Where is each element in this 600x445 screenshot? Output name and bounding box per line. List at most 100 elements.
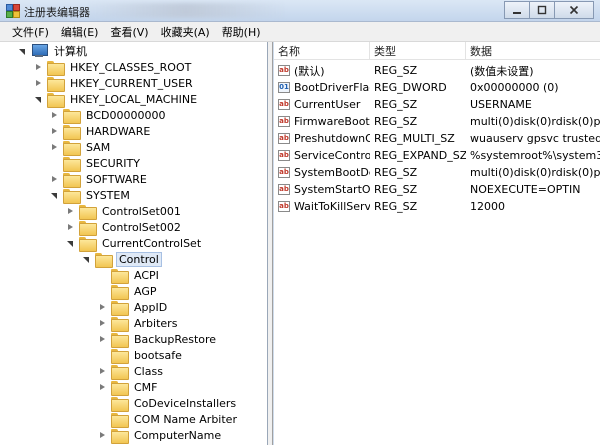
expand-arrow-icon[interactable] [98,319,107,328]
registry-editor-icon [6,4,20,18]
pane-splitter[interactable] [268,42,273,445]
collapse-arrow-icon[interactable] [50,191,59,200]
expand-arrow-icon[interactable] [66,207,75,216]
folder-icon [111,364,129,380]
folder-icon [63,156,81,172]
tree-item[interactable]: ACPI [98,267,161,284]
tree-item[interactable]: ControlSet001 [66,203,183,220]
value-data: (数值未设置) [470,64,534,78]
expand-arrow-icon[interactable] [50,175,59,184]
tree-item[interactable]: CoDeviceInstallers [98,395,238,412]
close-button[interactable] [554,1,594,19]
tree-item[interactable]: ControlSet002 [66,219,183,236]
menu-edit[interactable]: 编辑(E) [55,24,105,40]
tree-item-label: Arbiters [134,316,178,330]
expand-arrow-icon[interactable] [98,383,107,392]
tree-item[interactable]: bootsafe [98,347,184,364]
column-header-data[interactable]: 数据 [466,42,600,60]
string-value-icon: ab [278,201,290,212]
tree-item[interactable]: CMF [98,379,160,396]
tree-item-label: HKEY_CURRENT_USER [70,76,193,90]
tree-item[interactable]: SYSTEM [50,187,132,204]
tree-item[interactable]: AGP [98,283,159,300]
tree-item[interactable]: HKEY_CURRENT_USER [34,75,195,92]
string-value-icon: ab [278,65,290,76]
tree-item-label: Control [116,251,162,267]
string-value-icon: ab [278,150,290,161]
tree-item[interactable]: COM Name Arbiter [98,411,239,428]
tree-item[interactable]: Control [82,251,162,268]
value-type: REG_SZ [374,166,418,179]
folder-icon [63,188,81,204]
folder-icon [63,140,81,156]
value-row[interactable]: ab CurrentUser REG_SZ USERNAME [274,96,600,113]
tree-item[interactable]: BCD00000000 [50,107,168,124]
value-row[interactable]: ab FirmwareBoot... REG_SZ multi(0)disk(0)rd… [274,113,600,130]
expand-arrow-icon[interactable] [66,223,75,232]
value-type: REG_SZ [374,200,418,213]
value-row[interactable]: ab ServiceControl... REG_EXPAND_SZ %systemr… [274,147,600,164]
tree-item[interactable]: CurrentControlSet [66,235,203,252]
folder-icon [111,300,129,316]
value-row[interactable]: ab SystemBootDe... REG_SZ multi(0)disk(0)rd… [274,164,600,181]
value-type: REG_SZ [374,64,418,77]
string-value-icon: ab [278,133,290,144]
menu-help[interactable]: 帮助(H) [216,24,267,40]
value-row[interactable]: 01 BootDriverFlags REG_DWORD 0x00000000 (0) [274,79,600,96]
folder-icon [111,268,129,284]
expand-arrow-icon[interactable] [98,303,107,312]
value-data: multi(0)disk(0)rdisk(0)partition(1) [470,166,600,179]
expand-arrow-icon[interactable] [34,79,43,88]
collapse-arrow-icon[interactable] [66,239,75,248]
folder-icon [79,220,97,236]
value-data: 12000 [470,200,505,213]
menu-view[interactable]: 查看(V) [104,24,154,40]
tree-item-label: HKEY_LOCAL_MACHINE [70,92,198,106]
expand-arrow-icon[interactable] [98,431,107,440]
menu-file[interactable]: 文件(F) [6,24,55,40]
tree-item[interactable]: Class [98,363,165,380]
value-name: FirmwareBoot... [294,115,370,128]
tree-item[interactable]: SECURITY [50,155,142,172]
value-type: REG_SZ [374,183,418,196]
tree-item[interactable]: BackupRestore [98,331,218,348]
expand-arrow-icon[interactable] [50,127,59,136]
tree-item[interactable]: 计算机 [18,43,89,59]
tree-item[interactable]: AppID [98,299,169,316]
menu-favorites[interactable]: 收藏夹(A) [155,24,216,40]
collapse-arrow-icon[interactable] [34,95,43,104]
column-header-type[interactable]: 类型 [370,42,466,60]
value-type: REG_SZ [374,98,418,111]
tree-item[interactable]: SAM [50,139,112,156]
expand-arrow-icon[interactable] [98,335,107,344]
minimize-button[interactable] [504,1,530,19]
value-list[interactable]: 名称 类型 数据 ab (默认) REG_SZ (数值未设置) 01 BootDriver… [274,42,600,445]
tree-item-label: ComputerName [134,428,222,442]
expand-arrow-icon[interactable] [50,143,59,152]
value-name: SystemBootDe... [294,166,370,179]
expand-arrow-icon[interactable] [98,367,107,376]
value-row[interactable]: ab PreshutdownO... REG_MULTI_SZ wuauserv gp… [274,130,600,147]
tree-item-label: HKEY_CLASSES_ROOT [70,60,192,74]
folder-icon [111,380,129,396]
tree-item[interactable]: ComputerName [98,427,223,444]
tree-item[interactable]: HKEY_CLASSES_ROOT [34,59,193,76]
collapse-arrow-icon[interactable] [18,47,27,56]
value-row[interactable]: ab (默认) REG_SZ (数值未设置) [274,62,600,79]
maximize-button[interactable] [529,1,555,19]
registry-tree[interactable]: 计算机 HKEY_CLASSES_ROOT HKEY_CURRENT_USER HKE… [0,42,268,445]
collapse-arrow-icon[interactable] [82,255,91,264]
expand-arrow-icon[interactable] [50,111,59,120]
column-header-name[interactable]: 名称 [274,42,370,60]
tree-item[interactable]: HKEY_LOCAL_MACHINE [34,91,199,108]
expand-arrow-icon[interactable] [34,63,43,72]
value-row[interactable]: ab WaitToKillServi... REG_SZ 12000 [274,198,600,215]
tree-item[interactable]: SOFTWARE [50,171,149,188]
tree-item-label: SECURITY [86,156,140,170]
tree-item[interactable]: HARDWARE [50,123,152,140]
tree-item[interactable]: Arbiters [98,315,179,332]
value-row[interactable]: ab SystemStartOp... REG_SZ NOEXECUTE=OPTIN [274,181,600,198]
